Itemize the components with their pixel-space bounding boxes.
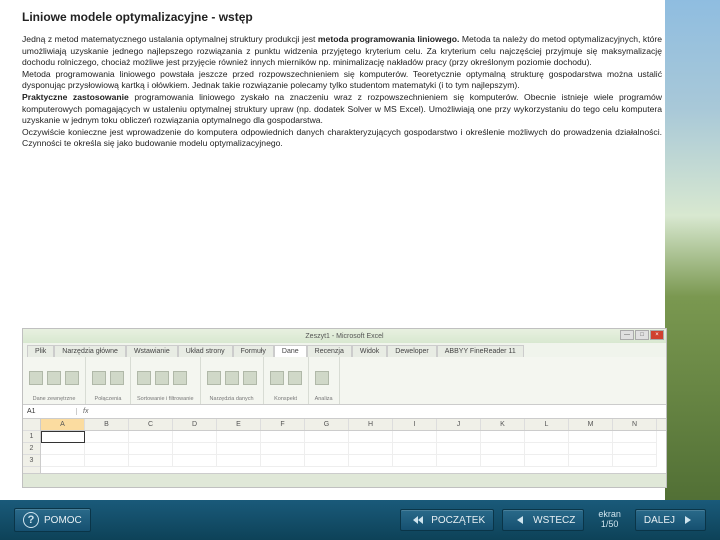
tab-widok: Widok [352,345,387,357]
col-header: M [569,419,613,430]
tab-wstawianie: Wstawianie [126,345,178,357]
ribbon-icon [207,371,221,385]
ribbon-group: Konspekt [264,357,309,404]
ribbon-icon [315,371,329,385]
ribbon-group-label: Konspekt [270,396,302,402]
formula-bar: A1 fx [23,405,666,419]
ribbon-group-label: Połączenia [92,396,124,402]
paragraph-4: Oczywiście konieczne jest wprowadzenie d… [22,127,662,150]
ribbon-group-label: Narzędzia danych [207,396,257,402]
ribbon-icon [29,371,43,385]
grid-rows [41,431,666,467]
paragraph-1: Jedną z metod matematycznego ustalania o… [22,34,662,69]
content-area: Liniowe modele optymalizacyjne - wstęp J… [22,10,662,150]
col-header: N [613,419,657,430]
ribbon-icon [65,371,79,385]
ribbon-icon [92,371,106,385]
next-icon [679,513,697,527]
ribbon: Dane zewnętrzne Połączenia Sortowanie i … [23,357,666,405]
bold-text: Praktyczne zastosowanie [22,92,129,102]
page-number: 1/50 [598,520,621,530]
col-header: E [217,419,261,430]
name-box: A1 [23,408,77,415]
window-controls: — □ × [620,330,664,340]
button-label: POCZĄTEK [431,515,485,526]
ribbon-icon [270,371,284,385]
dalej-button[interactable]: DALEJ [635,509,706,531]
first-icon [409,513,427,527]
row-header: 2 [23,443,40,455]
tab-narzedzia: Narzędzia główne [54,345,126,357]
button-label: POMOC [44,515,82,526]
col-header: C [129,419,173,430]
paragraph-2: Metoda programowania liniowego powstała … [22,69,662,92]
excel-screenshot: Zeszyt1 - Microsoft Excel — □ × Plik Nar… [22,328,667,488]
col-header: A [41,419,85,430]
button-label: WSTECZ [533,515,575,526]
ribbon-group-label: Dane zewnętrzne [29,396,79,402]
fx-label: fx [77,408,94,415]
row-header: 1 [23,431,40,443]
spreadsheet-grid: 1 2 3 A B C D E F G H I J K L M N [23,419,666,473]
ribbon-tabs: Plik Narzędzia główne Wstawianie Układ s… [23,343,666,357]
col-header: J [437,419,481,430]
maximize-icon: □ [635,330,649,340]
tab-dane: Dane [274,345,307,357]
col-header: I [393,419,437,430]
ribbon-icon [225,371,239,385]
row-header: 3 [23,455,40,467]
tab-uklad: Układ strony [178,345,233,357]
ribbon-group: Analiza [309,357,340,404]
ribbon-icon [173,371,187,385]
grid-main: A B C D E F G H I J K L M N [41,419,666,473]
col-header: G [305,419,349,430]
col-header: L [525,419,569,430]
ribbon-group: Dane zewnętrzne [23,357,86,404]
bold-text: metoda programowania liniowego. [318,34,460,44]
col-header: B [85,419,129,430]
corner-cell [23,419,40,431]
tab-abbyy: ABBYY FineReader 11 [437,345,524,357]
col-header: F [261,419,305,430]
prev-icon [511,513,529,527]
wstecz-button[interactable]: WSTECZ [502,509,584,531]
tab-deweloper: Deweloper [387,345,436,357]
col-header: H [349,419,393,430]
ribbon-icon [155,371,169,385]
tab-plik: Plik [27,345,54,357]
col-header: K [481,419,525,430]
background-photo [665,0,720,540]
excel-titlebar: Zeszyt1 - Microsoft Excel — □ × [23,329,666,343]
ribbon-icon [243,371,257,385]
excel-statusbar [23,473,666,487]
ribbon-icon [47,371,61,385]
row-headers: 1 2 3 [23,419,41,473]
tab-recenzja: Recenzja [307,345,352,357]
ribbon-icon [110,371,124,385]
tab-formuly: Formuły [233,345,274,357]
excel-title: Zeszyt1 - Microsoft Excel [305,333,383,340]
col-headers: A B C D E F G H I J K L M N [41,419,666,431]
ribbon-group-label: Analiza [315,396,333,402]
ribbon-group: Połączenia [86,357,131,404]
page-indicator: ekran 1/50 [598,510,621,530]
page-title: Liniowe modele optymalizacyjne - wstęp [22,10,662,24]
ribbon-group: Narzędzia danych [201,357,264,404]
poczatek-button[interactable]: POCZĄTEK [400,509,494,531]
ribbon-group-label: Sortowanie i filtrowanie [137,396,194,402]
paragraph-3: Praktyczne zastosowanie programowania li… [22,92,662,127]
footer-nav: ? POMOC POCZĄTEK WSTECZ ekran 1/50 DALEJ [0,500,720,540]
close-icon: × [650,330,664,340]
cell-selected [41,431,85,443]
text: Jedną z metod matematycznego ustalania o… [22,34,318,44]
minimize-icon: — [620,330,634,340]
ribbon-group: Sortowanie i filtrowanie [131,357,201,404]
ribbon-icon [288,371,302,385]
ribbon-icon [137,371,151,385]
pomoc-button[interactable]: ? POMOC [14,508,91,532]
help-icon: ? [23,512,39,528]
button-label: DALEJ [644,515,675,526]
col-header: D [173,419,217,430]
